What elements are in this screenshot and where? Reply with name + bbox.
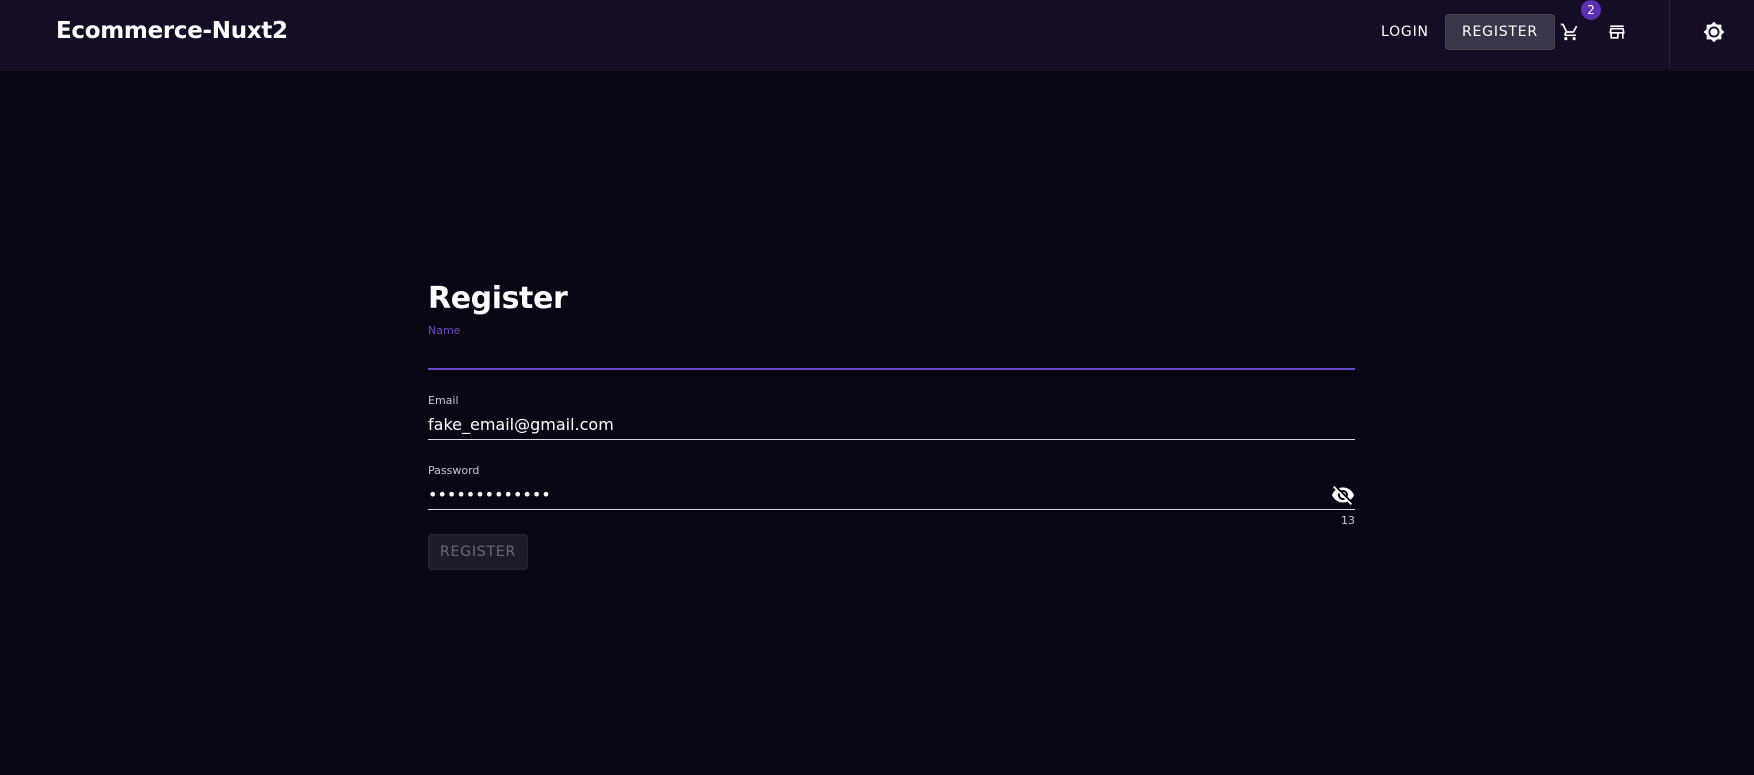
login-button[interactable]: LOGIN bbox=[1365, 14, 1445, 50]
email-field: Email bbox=[428, 394, 1355, 464]
toggle-password-visibility[interactable] bbox=[1331, 483, 1355, 507]
app-bar-divider bbox=[1669, 0, 1670, 68]
email-label: Email bbox=[428, 394, 459, 407]
store-icon bbox=[1609, 25, 1625, 39]
register-submit-button[interactable]: REGISTER bbox=[428, 534, 528, 570]
theme-toggle-button[interactable] bbox=[1694, 14, 1734, 50]
password-input[interactable] bbox=[428, 480, 1355, 510]
eye-off-icon bbox=[1332, 486, 1354, 505]
name-label: Name bbox=[428, 324, 461, 337]
password-label: Password bbox=[428, 464, 480, 477]
email-input[interactable] bbox=[428, 410, 1355, 440]
cart-icon bbox=[1560, 23, 1578, 41]
register-nav-button[interactable]: REGISTER bbox=[1445, 14, 1555, 50]
password-char-counter: 13 bbox=[1341, 514, 1355, 527]
brightness-icon bbox=[1703, 21, 1725, 43]
page-title: Register bbox=[428, 281, 568, 316]
cart-button[interactable] bbox=[1550, 14, 1590, 50]
name-input[interactable] bbox=[428, 340, 1355, 370]
brand-title[interactable]: Ecommerce-Nuxt2 bbox=[56, 18, 288, 44]
password-field: Password 13 bbox=[428, 464, 1355, 534]
app-bar: Ecommerce-Nuxt2 LOGIN REGISTER 2 bbox=[0, 0, 1754, 71]
store-button[interactable] bbox=[1597, 14, 1637, 50]
name-field: Name bbox=[428, 324, 1355, 394]
register-form: Register Name Email Password 13 REGISTER bbox=[428, 274, 1355, 570]
